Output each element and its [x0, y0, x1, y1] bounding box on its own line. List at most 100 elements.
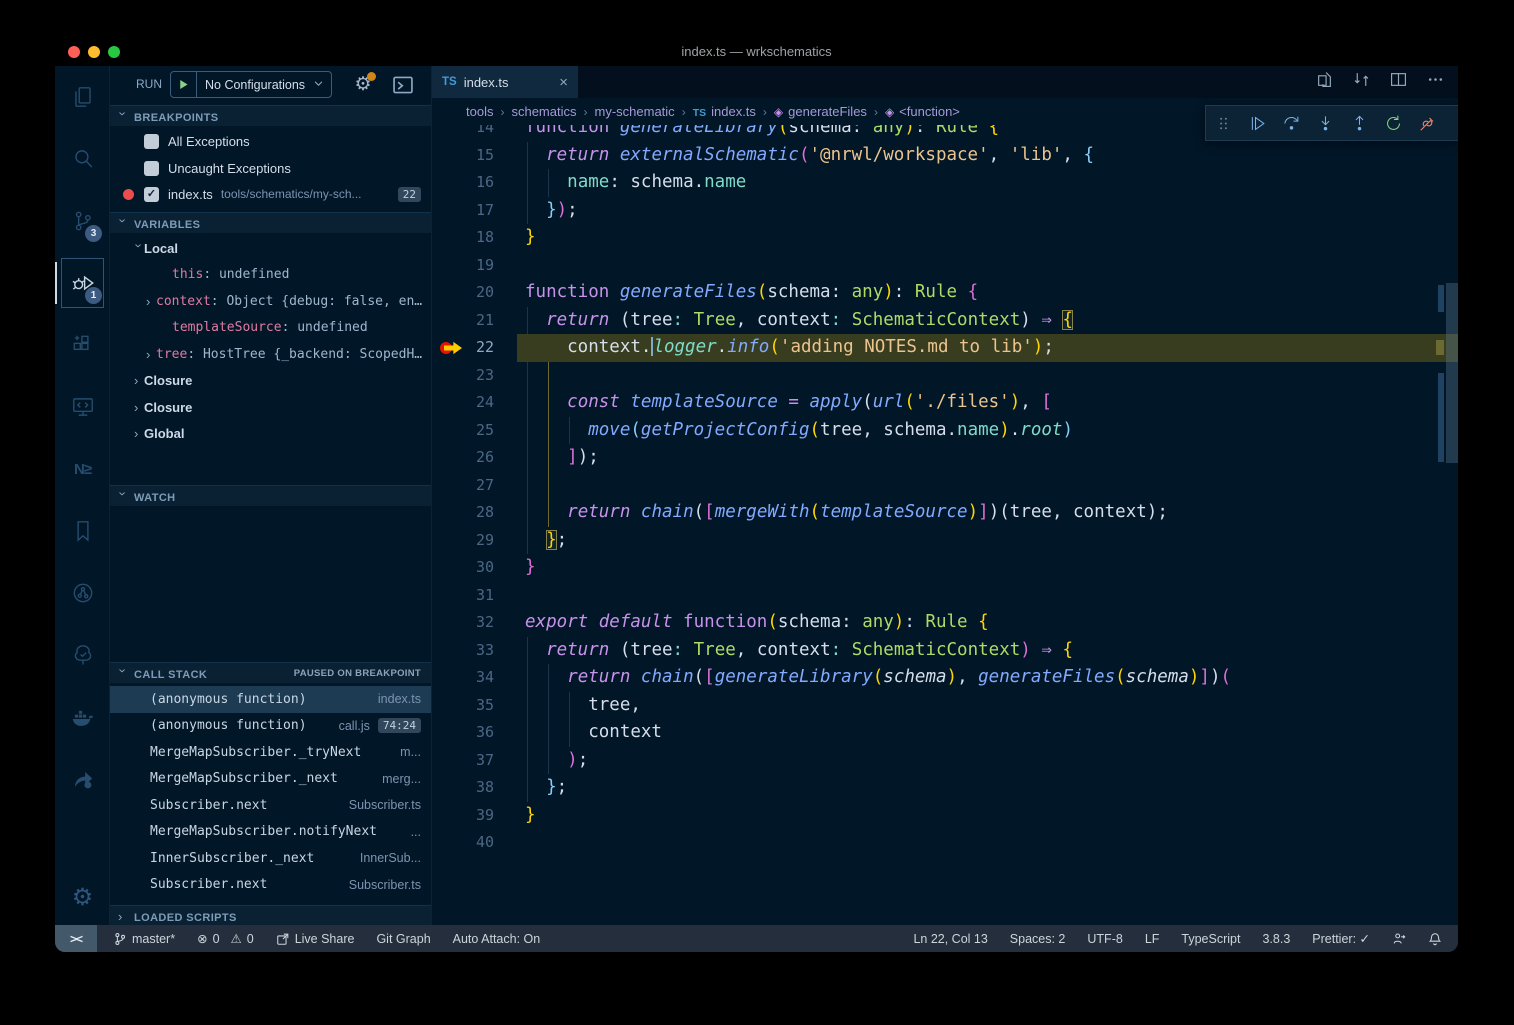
- activity-item-run-debug[interactable]: 1: [55, 252, 110, 314]
- problems-item[interactable]: ⊗0 ⚠0: [197, 931, 254, 946]
- breakpoint-checkbox[interactable]: ✓: [144, 187, 159, 202]
- scrollbar-thumb[interactable]: [1446, 283, 1458, 463]
- activity-item-source-control[interactable]: 3: [55, 190, 110, 252]
- encoding-item[interactable]: UTF-8: [1087, 932, 1122, 946]
- code-line[interactable]: 32export default function(schema: any): …: [432, 609, 1458, 637]
- code-line[interactable]: 36 context: [432, 719, 1458, 747]
- live-share-item[interactable]: Live Share: [276, 932, 355, 946]
- call-stack-section-header[interactable]: ›CALL STACKPAUSED ON BREAKPOINT: [110, 662, 431, 683]
- code-line[interactable]: 21 return (tree: Tree, context: Schemati…: [432, 307, 1458, 335]
- restart-button[interactable]: [1376, 105, 1410, 141]
- code-line[interactable]: 30}: [432, 554, 1458, 582]
- eol-item[interactable]: LF: [1145, 932, 1160, 946]
- breadcrumb-item[interactable]: schematics: [511, 104, 576, 119]
- step-over-button[interactable]: [1274, 105, 1308, 141]
- remote-indicator[interactable]: ><: [55, 925, 97, 952]
- toolbar-grip-handle[interactable]: [1206, 105, 1240, 141]
- settings-gear-icon[interactable]: ⚙: [55, 875, 110, 919]
- code-line[interactable]: 35 tree,: [432, 692, 1458, 720]
- ts-version-item[interactable]: 3.8.3: [1262, 932, 1290, 946]
- activity-item-test-explorer[interactable]: [55, 624, 110, 686]
- breadcrumb-item[interactable]: ◈<function>: [885, 104, 960, 119]
- code-line[interactable]: 25 move(getProjectConfig(tree, schema.na…: [432, 417, 1458, 445]
- code-line[interactable]: 37 );: [432, 747, 1458, 775]
- code-line[interactable]: 23: [432, 362, 1458, 390]
- feedback-item[interactable]: [1392, 932, 1406, 946]
- call-stack-frame[interactable]: MergeMapSubscriber.notifyNext...: [110, 819, 431, 846]
- code-line[interactable]: 34 return chain([generateLibrary(schema)…: [432, 664, 1458, 692]
- prettier-item[interactable]: Prettier: ✓: [1312, 931, 1370, 946]
- code-line[interactable]: 39}: [432, 802, 1458, 830]
- call-stack-frame[interactable]: InnerSubscriber._nextInnerSub...: [110, 845, 431, 872]
- call-stack-frame[interactable]: MergeMapSubscriber._tryNextm...: [110, 739, 431, 766]
- code-line[interactable]: 17 });: [432, 197, 1458, 225]
- call-stack-frame[interactable]: Subscriber.nextSubscriber.ts: [110, 792, 431, 819]
- code-line[interactable]: 28 return chain([mergeWith(templateSourc…: [432, 499, 1458, 527]
- call-stack-frame[interactable]: (anonymous function)call.js74:24: [110, 713, 431, 740]
- variables-scope-row[interactable]: ›Global: [110, 421, 431, 448]
- breakpoints-section-header[interactable]: ›BREAKPOINTS: [110, 105, 431, 126]
- breakpoint-checkbox[interactable]: [144, 161, 159, 176]
- watch-section-header[interactable]: ›WATCH: [110, 485, 431, 506]
- breadcrumb-item[interactable]: tools: [466, 104, 493, 119]
- code-line[interactable]: 33 return (tree: Tree, context: Schemati…: [432, 637, 1458, 665]
- code-line[interactable]: 26 ]);: [432, 444, 1458, 472]
- git-branch-item[interactable]: master*: [113, 932, 175, 946]
- activity-item-explorer[interactable]: [55, 66, 110, 128]
- activity-item-docker[interactable]: [55, 686, 110, 748]
- code-line[interactable]: 19: [432, 252, 1458, 280]
- start-debug-icon[interactable]: [171, 72, 197, 97]
- indentation-item[interactable]: Spaces: 2: [1010, 932, 1066, 946]
- activity-item-remote-explorer[interactable]: [55, 376, 110, 438]
- breadcrumb-item[interactable]: my-schematic: [595, 104, 675, 119]
- git-graph-item[interactable]: Git Graph: [376, 932, 430, 946]
- language-mode-item[interactable]: TypeScript: [1181, 932, 1240, 946]
- activity-item-search[interactable]: [55, 128, 110, 190]
- variables-scope-row[interactable]: ›Closure: [110, 394, 431, 421]
- code-line[interactable]: 22 context.logger.info('adding NOTES.md …: [432, 334, 1458, 362]
- activity-item-project-share[interactable]: [55, 748, 110, 810]
- notifications-item[interactable]: [1428, 932, 1442, 946]
- call-stack-frame[interactable]: MergeMapSubscriber._nextmerg...: [110, 766, 431, 793]
- call-stack-frame[interactable]: Subscriber.nextSubscriber.ts: [110, 872, 431, 899]
- cursor-position-item[interactable]: Ln 22, Col 13: [913, 932, 987, 946]
- disconnect-button[interactable]: [1410, 105, 1444, 141]
- variable-row[interactable]: ›templateSource: undefined: [110, 315, 431, 342]
- step-out-button[interactable]: [1342, 105, 1376, 141]
- debug-console-icon[interactable]: [392, 74, 414, 96]
- call-stack-frame[interactable]: (anonymous function)index.ts: [110, 686, 431, 713]
- variables-section-header[interactable]: ›VARIABLES: [110, 212, 431, 233]
- breakpoint-row[interactable]: ✓index.tstools/schematics/my-sch...22: [110, 181, 431, 207]
- activity-item-history[interactable]: [55, 562, 110, 624]
- breadcrumb-item[interactable]: TSindex.ts: [693, 104, 756, 119]
- code-line[interactable]: 38 };: [432, 774, 1458, 802]
- activity-item-extensions[interactable]: [55, 314, 110, 376]
- code-line[interactable]: 31: [432, 582, 1458, 610]
- loaded-scripts-section-header[interactable]: ›LOADED SCRIPTS: [110, 905, 431, 925]
- step-into-button[interactable]: [1308, 105, 1342, 141]
- auto-attach-item[interactable]: Auto Attach: On: [453, 932, 541, 946]
- code-line[interactable]: 15 return externalSchematic('@nrwl/works…: [432, 142, 1458, 170]
- variable-row[interactable]: ›this: undefined: [110, 262, 431, 289]
- code-area[interactable]: 14function generateLibrary(schema: any):…: [432, 66, 1458, 925]
- code-line[interactable]: 18}: [432, 224, 1458, 252]
- continue-button[interactable]: [1240, 105, 1274, 141]
- breakpoint-checkbox[interactable]: [144, 134, 159, 149]
- code-line[interactable]: 16 name: schema.name: [432, 169, 1458, 197]
- code-line[interactable]: 29 };: [432, 527, 1458, 555]
- variable-row[interactable]: ›context: Object {debug: false, en…: [110, 288, 431, 315]
- activity-item-nx-console[interactable]: N≥: [55, 438, 110, 500]
- breakpoint-row[interactable]: All Exceptions: [110, 128, 431, 154]
- code-line[interactable]: 27: [432, 472, 1458, 500]
- variables-scope-row[interactable]: ›Closure: [110, 368, 431, 395]
- launch-configuration-dropdown[interactable]: No Configurations: [170, 71, 332, 98]
- debug-settings-gear-icon[interactable]: ⚙: [350, 72, 376, 98]
- variables-scope-row[interactable]: ›Local: [110, 235, 431, 262]
- breadcrumb-item[interactable]: ◈generateFiles: [774, 104, 867, 119]
- code-line[interactable]: 20function generateFiles(schema: any): R…: [432, 279, 1458, 307]
- code-line[interactable]: 24 const templateSource = apply(url('./f…: [432, 389, 1458, 417]
- code-line[interactable]: 40: [432, 829, 1458, 857]
- activity-item-bookmarks[interactable]: [55, 500, 110, 562]
- breakpoint-row[interactable]: Uncaught Exceptions: [110, 155, 431, 181]
- variable-row[interactable]: ›tree: HostTree {_backend: ScopedH…: [110, 341, 431, 368]
